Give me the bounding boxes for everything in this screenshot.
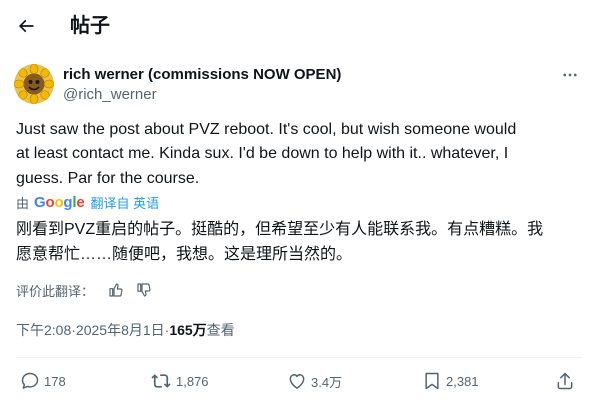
header: 帖子 (0, 0, 594, 52)
translated-text-line: 刚看到PVZ重启的帖子。挺酷的，但希望至少有人能联系我。有点糟糕。我 (16, 221, 544, 238)
bookmark-button[interactable]: 2,381 (422, 366, 479, 396)
thumbs-up-icon (109, 283, 123, 297)
tweet-text-line: Just saw the post about PVZ reboot. It's… (16, 121, 517, 138)
avatar[interactable] (14, 64, 54, 104)
retweet-icon (151, 374, 171, 388)
translation-attribution: 由 Google 翻译自 英语 (16, 192, 159, 212)
like-count: 3.4万 (311, 374, 343, 390)
back-button[interactable] (12, 12, 40, 40)
reply-count: 178 (44, 373, 66, 389)
bookmark-count: 2,381 (446, 373, 479, 389)
rate-translation: 评价此翻译： (16, 280, 152, 300)
translated-text-line: 愿意帮忙……随便吧，我想。这是理所当然的。 (16, 245, 353, 263)
author-handle[interactable]: @rich_werner (63, 86, 157, 104)
retweet-button[interactable]: 1,876 (150, 366, 209, 396)
reply-icon (21, 372, 39, 389)
arrow-left-icon (18, 19, 34, 33)
thumbs-down-button[interactable] (136, 282, 152, 298)
translated-text: 刚看到PVZ重启的帖子。挺酷的，但希望至少有人能联系我。有点糟糕。我 愿意帮忙…… (16, 218, 582, 267)
divider (16, 357, 582, 358)
reply-button[interactable]: 178 (20, 366, 66, 396)
rate-translation-label: 评价此翻译： (16, 283, 95, 299)
bookmark-icon (425, 372, 439, 390)
google-logo: Google (34, 193, 85, 211)
more-options-button[interactable] (556, 64, 584, 86)
tweet-text: Just saw the post about PVZ reboot. It's… (16, 118, 582, 191)
tweet-time[interactable]: 下午2:08 (16, 320, 71, 340)
translated-by-label: 由 (16, 195, 30, 211)
retweet-count: 1,876 (176, 373, 209, 389)
tweet-date[interactable]: 2025年8月1日 (76, 320, 165, 340)
author-name[interactable]: rich werner (commissions NOW OPEN) (63, 66, 341, 84)
more-horizontal-icon (563, 73, 577, 77)
thumbs-down-icon (137, 283, 151, 297)
action-bar: 178 1,876 3.4万 2,381 (0, 366, 594, 396)
views-label: 查看 (206, 322, 235, 338)
heart-icon (289, 374, 305, 389)
tweet-meta: 下午2:08 · 2025年8月1日 · 165万 查看 (16, 320, 235, 340)
tweet-text-line: at least contact me. Kinda sux. I'd be d… (16, 145, 509, 163)
sunflower-avatar-icon (14, 64, 54, 104)
thumbs-up-button[interactable] (108, 282, 124, 298)
like-button[interactable]: 3.4万 (287, 366, 342, 396)
translated-from-link[interactable]: 翻译自 英语 (91, 193, 160, 212)
share-icon (557, 372, 573, 390)
views-count: 165万 (169, 322, 207, 338)
share-button[interactable] (555, 366, 575, 396)
tweet-detail-page: 帖子 rich werner (commissions NOW OPEN) @r… (0, 0, 594, 405)
page-title: 帖子 (70, 15, 110, 37)
tweet-text-line: guess. Par for the course. (16, 169, 200, 187)
